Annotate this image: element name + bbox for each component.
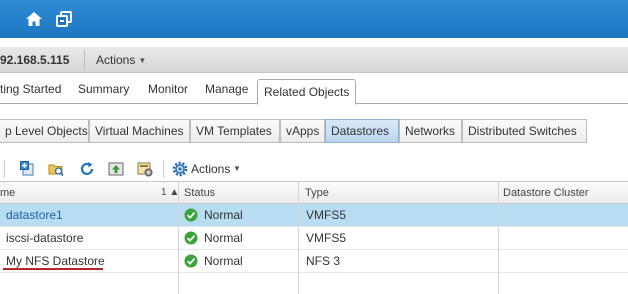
host-title: 92.168.5.115 — [0, 53, 70, 67]
datastore-type: VMFS5 — [306, 208, 347, 222]
datastores-grid: me 1 ▲ Status Type Datastore Cluster dat… — [0, 181, 628, 294]
refresh-icon[interactable] — [79, 161, 95, 177]
column-divider[interactable] — [298, 182, 299, 294]
table-row[interactable]: iscsi-datastore Normal VMFS5 — [0, 227, 628, 250]
tab-getting-started[interactable]: ting Started — [0, 82, 61, 96]
datastore-name[interactable]: datastore1 — [6, 208, 63, 222]
navigator-icon[interactable] — [55, 10, 73, 28]
upload-icon[interactable] — [108, 161, 124, 177]
datastore-settings-icon[interactable] — [137, 161, 153, 177]
subtab-distributed-switches[interactable]: Distributed Switches — [462, 119, 587, 143]
sort-ascending-icon[interactable]: 1 ▲ — [161, 187, 179, 198]
actions-menu-label: Actions — [96, 53, 136, 67]
tab-monitor[interactable]: Monitor — [148, 82, 188, 96]
status-ok-icon — [184, 254, 198, 268]
table-row[interactable]: datastore1 Normal VMFS5 — [0, 204, 628, 227]
actions-menu-button[interactable]: Actions ▼ — [96, 53, 146, 67]
grid-header: me 1 ▲ Status Type Datastore Cluster — [0, 182, 628, 204]
chevron-down-icon: ▼ — [138, 56, 147, 65]
column-divider[interactable] — [498, 182, 499, 294]
subtab-vm-templates[interactable]: VM Templates — [190, 119, 280, 143]
datastore-status: Normal — [204, 231, 243, 245]
datastore-type: VMFS5 — [306, 231, 347, 245]
toolbar-divider — [163, 160, 164, 178]
main-tabs: ting Started Summary Monitor Manage Rela… — [0, 76, 628, 105]
object-title-bar: 92.168.5.115 Actions ▼ — [0, 47, 628, 73]
datastore-name[interactable]: My NFS Datastore — [6, 254, 105, 268]
column-header-status[interactable]: Status — [184, 187, 215, 199]
chevron-down-icon: ▼ — [233, 164, 241, 173]
subtab-vapps[interactable]: vApps — [280, 119, 325, 143]
datastore-type: NFS 3 — [306, 254, 341, 268]
title-divider — [84, 50, 85, 70]
column-divider[interactable] — [178, 182, 179, 294]
toolbar-divider — [4, 160, 5, 178]
column-header-name[interactable]: me — [0, 187, 15, 199]
subtab-networks[interactable]: Networks — [399, 119, 462, 143]
tab-manage[interactable]: Manage — [205, 82, 248, 96]
grid-toolbar: Actions ▼ — [0, 158, 628, 180]
status-ok-icon — [184, 208, 198, 222]
subtab-virtual-machines[interactable]: Virtual Machines — [89, 119, 190, 143]
subtab-top-level-objects[interactable]: p Level Objects — [0, 119, 89, 143]
home-icon[interactable] — [25, 10, 43, 28]
toolbar-actions-label: Actions — [191, 162, 231, 176]
annotation-underline — [3, 268, 103, 270]
tab-summary[interactable]: Summary — [78, 82, 129, 96]
top-bar — [0, 0, 628, 38]
new-datastore-icon[interactable] — [20, 161, 36, 177]
datastore-status: Normal — [204, 208, 243, 222]
tab-related-objects[interactable]: Related Objects — [257, 79, 357, 105]
datastore-name[interactable]: iscsi-datastore — [6, 231, 83, 245]
subtab-datastores[interactable]: Datastores — [325, 119, 399, 143]
status-ok-icon — [184, 231, 198, 245]
column-header-datastore-cluster[interactable]: Datastore Cluster — [503, 187, 589, 199]
column-header-type[interactable]: Type — [305, 187, 329, 199]
datastore-status: Normal — [204, 254, 243, 268]
gear-icon — [172, 161, 188, 177]
browse-files-icon[interactable] — [48, 161, 64, 177]
